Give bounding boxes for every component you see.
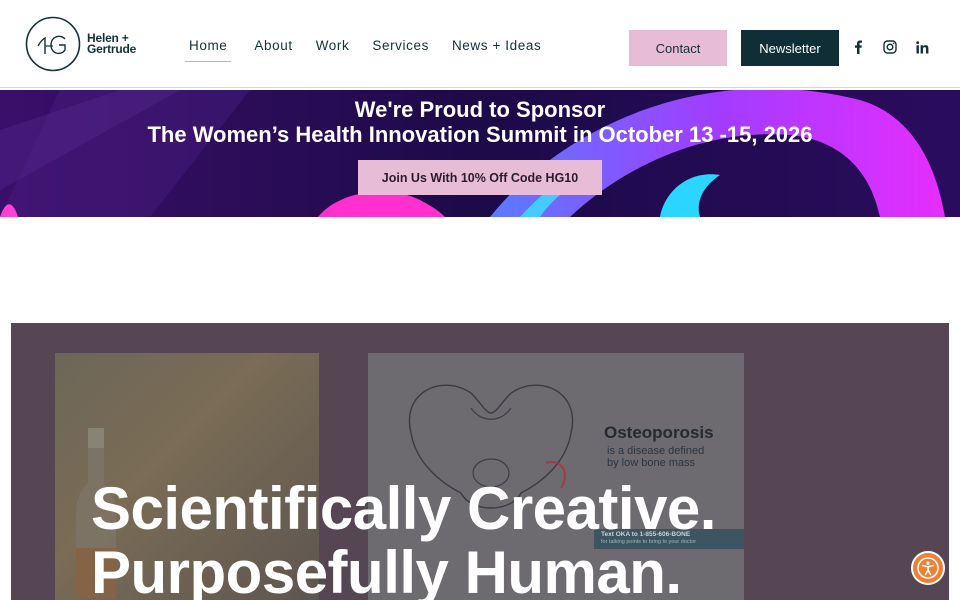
nav-work[interactable]: Work xyxy=(316,38,350,64)
linkedin-icon[interactable] xyxy=(914,39,930,55)
hero-headline-line-2: Purposefully Human. xyxy=(91,539,682,600)
hero-headline: Scientifically Creative. Purposefully Hu… xyxy=(91,477,716,600)
banner-subheading: The Women’s Health Innovation Summit in … xyxy=(147,122,813,147)
nav-services[interactable]: Services xyxy=(372,38,429,64)
nav-news-ideas[interactable]: News + Ideas xyxy=(452,38,541,64)
logo[interactable]: Helen + Gertrude xyxy=(25,16,136,72)
newsletter-button[interactable]: Newsletter xyxy=(741,30,839,66)
card-subtitle-line-2: by low bone mass xyxy=(607,457,696,469)
card-title: Osteoporosis xyxy=(604,423,714,442)
logo-wordmark: Helen + Gertrude xyxy=(87,32,137,56)
site-header: Helen + Gertrude Home About Work Service… xyxy=(0,0,960,88)
card-subtitle: is a disease defined by low bone mass xyxy=(607,445,704,469)
card-subtitle-line-1: is a disease defined xyxy=(607,445,705,457)
main-nav: Home About Work Services News + Ideas xyxy=(185,38,564,64)
hero-section: Osteoporosis is a disease defined by low… xyxy=(11,323,949,600)
logo-monogram-icon xyxy=(25,16,81,72)
sponsor-banner: We're Proud to Sponsor The Women’s Healt… xyxy=(0,90,960,217)
logo-line-2: Gertrude xyxy=(87,42,137,56)
nav-home[interactable]: Home xyxy=(185,38,232,64)
banner-heading: We're Proud to Sponsor xyxy=(354,97,606,122)
instagram-icon[interactable] xyxy=(882,39,898,55)
facebook-icon[interactable] xyxy=(850,39,866,55)
contact-button[interactable]: Contact xyxy=(629,30,727,66)
accessibility-icon[interactable] xyxy=(911,551,945,585)
nav-about[interactable]: About xyxy=(254,38,292,64)
join-discount-button[interactable]: Join Us With 10% Off Code HG10 xyxy=(358,160,602,195)
hero-headline-line-1: Scientifically Creative. xyxy=(91,475,716,542)
